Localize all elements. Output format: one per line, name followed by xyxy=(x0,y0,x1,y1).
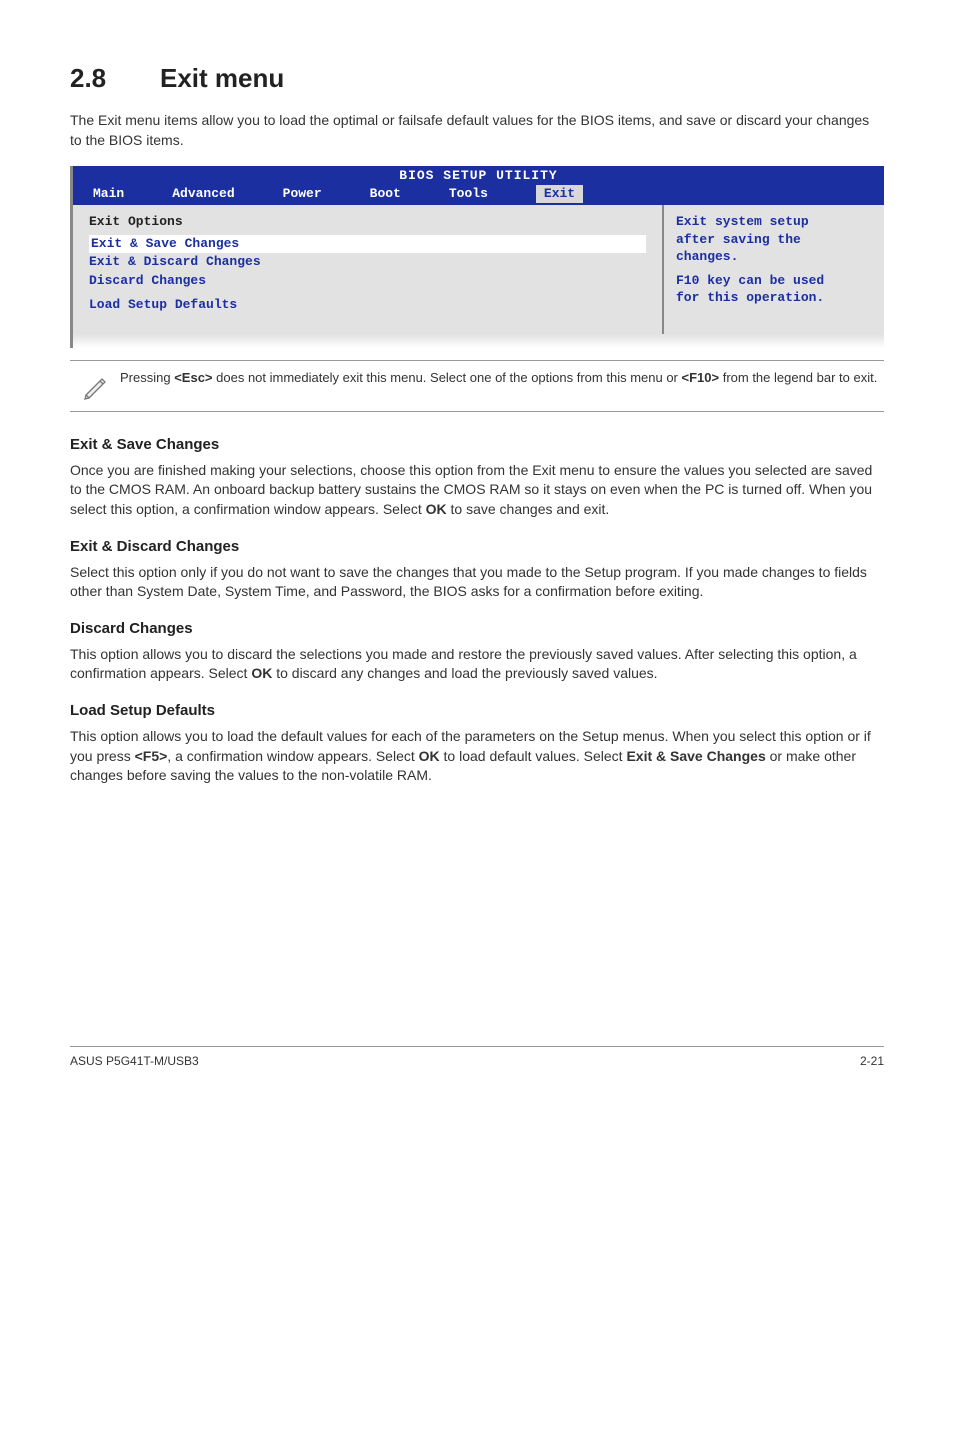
section-number: 2.8 xyxy=(70,60,160,96)
para-defaults-ok: OK xyxy=(419,748,440,764)
para-discard-ok: OK xyxy=(251,665,272,681)
note-pre: Pressing xyxy=(120,370,174,385)
bios-item-save: Exit & Save Changes xyxy=(89,235,646,253)
bios-tab-bar: Main Advanced Power Boot Tools Exit xyxy=(73,185,884,205)
bios-item-defaults: Load Setup Defaults xyxy=(89,296,646,314)
note-post: from the legend bar to exit. xyxy=(719,370,877,385)
bios-tab-tools: Tools xyxy=(449,185,488,203)
bios-tab-exit: Exit xyxy=(536,185,583,203)
note-key-esc: <Esc> xyxy=(174,370,212,385)
intro-paragraph: The Exit menu items allow you to load th… xyxy=(70,111,884,150)
para-discard: This option allows you to discard the se… xyxy=(70,645,884,684)
bios-tab-power: Power xyxy=(283,185,322,203)
bios-fade xyxy=(73,334,884,348)
bios-tab-advanced: Advanced xyxy=(172,185,234,203)
note-text: Pressing <Esc> does not immediately exit… xyxy=(120,369,877,387)
bios-body: Exit Options Exit & Save Changes Exit & … xyxy=(73,205,884,334)
note-key-f10: <F10> xyxy=(682,370,720,385)
para-defaults-b: , a confirmation window appears. Select xyxy=(167,748,418,764)
bios-group-label: Exit Options xyxy=(89,213,646,231)
bios-title: BIOS SETUP UTILITY xyxy=(73,166,884,185)
sub-heading-discard: Discard Changes xyxy=(70,618,884,639)
bios-screenshot: BIOS SETUP UTILITY Main Advanced Power B… xyxy=(70,166,884,348)
para-defaults-key: <F5> xyxy=(135,748,168,764)
bios-help-line4: F10 key can be used xyxy=(676,272,874,290)
note-block: Pressing <Esc> does not immediately exit… xyxy=(70,360,884,412)
para-discard-exit: Select this option only if you do not wa… xyxy=(70,563,884,602)
bios-tab-main: Main xyxy=(93,185,124,203)
para-discard-b: to discard any changes and load the prev… xyxy=(272,665,657,681)
para-defaults-ex: Exit & Save Changes xyxy=(626,748,765,764)
para-defaults: This option allows you to load the defau… xyxy=(70,727,884,786)
bios-item-discard: Discard Changes xyxy=(89,272,646,290)
footer-left: ASUS P5G41T-M/USB3 xyxy=(70,1053,199,1070)
section-title-text: Exit menu xyxy=(160,63,284,93)
note-mid: does not immediately exit this menu. Sel… xyxy=(213,370,682,385)
pencil-icon xyxy=(70,369,120,403)
bios-help-line3: changes. xyxy=(676,248,874,266)
footer-right: 2-21 xyxy=(860,1053,884,1070)
section-heading: 2.8Exit menu xyxy=(70,60,884,96)
sub-heading-save: Exit & Save Changes xyxy=(70,434,884,455)
para-save-ok: OK xyxy=(426,501,447,517)
bios-help-line1: Exit system setup xyxy=(676,213,874,231)
page-footer: ASUS P5G41T-M/USB3 2-21 xyxy=(70,1046,884,1070)
bios-help-line5: for this operation. xyxy=(676,289,874,307)
bios-tab-boot: Boot xyxy=(370,185,401,203)
bios-left-pane: Exit Options Exit & Save Changes Exit & … xyxy=(73,205,664,334)
sub-heading-defaults: Load Setup Defaults xyxy=(70,700,884,721)
bios-item-discard-exit: Exit & Discard Changes xyxy=(89,253,646,271)
para-defaults-c: to load default values. Select xyxy=(440,748,627,764)
para-save: Once you are finished making your select… xyxy=(70,461,884,520)
bios-help-pane: Exit system setup after saving the chang… xyxy=(664,205,884,334)
bios-help-line2: after saving the xyxy=(676,231,874,249)
para-save-b: to save changes and exit. xyxy=(447,501,610,517)
sub-heading-discard-exit: Exit & Discard Changes xyxy=(70,536,884,557)
